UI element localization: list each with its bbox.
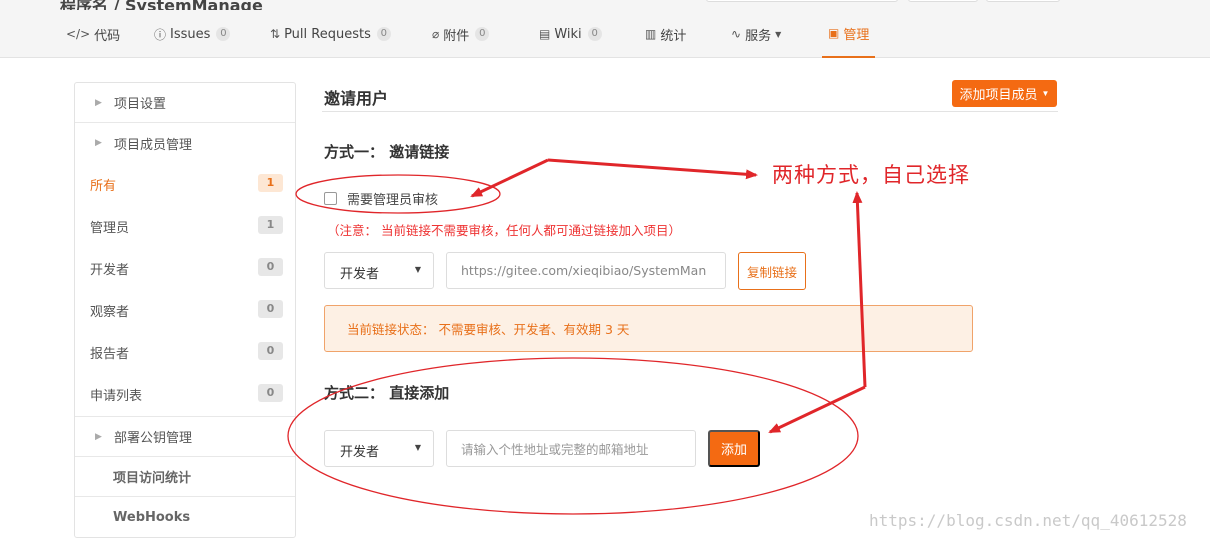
sidebar-item-applications[interactable]: 申请列表 0 bbox=[75, 373, 295, 417]
tab-count: 0 bbox=[216, 27, 231, 41]
add-member-button[interactable]: 添加项目成员 ▼ bbox=[952, 80, 1057, 107]
bar-chart-icon: ▥ bbox=[645, 27, 657, 41]
caret-down-icon: ▼ bbox=[775, 29, 782, 39]
sidebar-item-all[interactable]: 所有 1 bbox=[75, 163, 295, 205]
add-user-button[interactable]: 添加 bbox=[708, 430, 760, 467]
annotation-arrow-up bbox=[852, 191, 867, 388]
manage-icon: ▣ bbox=[828, 26, 840, 40]
sidebar-item-label: 报告者 bbox=[90, 347, 130, 362]
fork-button[interactable] bbox=[986, 0, 1060, 2]
caret-right-icon: ▶ bbox=[95, 97, 102, 108]
sidebar-item-project-settings[interactable]: ▶ 项目设置 bbox=[75, 83, 295, 123]
tab-label: Issues bbox=[170, 26, 211, 42]
tab-pull-requests[interactable]: ⇅ Pull Requests 0 bbox=[270, 10, 391, 58]
tab-label: 统计 bbox=[660, 28, 687, 44]
require-approval-row: 需要管理员审核 bbox=[324, 189, 438, 208]
require-approval-label[interactable]: 需要管理员审核 bbox=[347, 189, 438, 208]
copy-link-button[interactable]: 复制链接 bbox=[738, 252, 806, 290]
count-badge: 0 bbox=[258, 384, 283, 402]
sidebar-item-developers[interactable]: 开发者 0 bbox=[75, 247, 295, 289]
tab-wiki[interactable]: ▤ Wiki 0 bbox=[539, 10, 602, 58]
link-role-select[interactable]: 开发者 ▼ bbox=[324, 252, 434, 289]
top-strip: 程序名 / SystemManage bbox=[0, 0, 1210, 10]
paperclip-icon: ⌀ bbox=[432, 27, 440, 41]
divider bbox=[322, 111, 1058, 112]
sidebar-item-label: 所有 bbox=[90, 179, 117, 194]
tab-label: 管理 bbox=[843, 27, 870, 43]
count-badge: 0 bbox=[258, 342, 283, 360]
annotation-arrow-to-add bbox=[768, 385, 866, 434]
issue-icon: ⓘ bbox=[154, 27, 167, 42]
watch-button[interactable] bbox=[706, 0, 898, 2]
add-role-select[interactable]: 开发者 ▼ bbox=[324, 430, 434, 467]
sidebar-item-label: WebHooks bbox=[113, 509, 191, 525]
sidebar-item-label: 申请列表 bbox=[90, 389, 143, 404]
link-status-banner: 当前链接状态： 不需要审核、开发者、有效期 3 天 bbox=[324, 305, 973, 352]
caret-down-icon: ▼ bbox=[414, 265, 421, 274]
tab-code[interactable]: </> 代码 bbox=[66, 10, 120, 58]
caret-right-icon: ▶ bbox=[95, 138, 102, 148]
method-one-title: 方式一： 邀请链接 bbox=[324, 143, 450, 161]
method-two-title: 方式二： 直接添加 bbox=[324, 384, 450, 402]
tab-statistics[interactable]: ▥ 统计 bbox=[645, 10, 686, 58]
sidebar-item-label: 观察者 bbox=[90, 305, 130, 320]
caret-down-icon: ▼ bbox=[1041, 89, 1050, 98]
sidebar-item-deploy-keys[interactable]: ▶ 部署公钥管理 bbox=[75, 417, 295, 457]
sidebar-item-observers[interactable]: 观察者 0 bbox=[75, 289, 295, 331]
caret-down-icon: ▼ bbox=[414, 443, 421, 452]
count-badge: 0 bbox=[258, 300, 283, 318]
link-role-value: 开发者 bbox=[340, 267, 380, 282]
tab-count: 0 bbox=[475, 27, 490, 41]
sidebar-item-label: 项目访问统计 bbox=[113, 471, 192, 486]
pull-request-icon: ⇅ bbox=[270, 27, 281, 41]
watermark: https://blog.csdn.net/qq_40612528 bbox=[869, 511, 1187, 530]
tab-count: 0 bbox=[376, 27, 391, 41]
star-button[interactable] bbox=[908, 0, 978, 2]
sidebar-item-member-management[interactable]: ▶ 项目成员管理 bbox=[75, 123, 295, 163]
invite-link-field[interactable]: https://gitee.com/xieqibiao/SystemMan bbox=[446, 252, 726, 289]
repo-nav-tabs: </> 代码 ⓘ Issues 0 ⇅ Pull Requests 0 ⌀ 附件… bbox=[0, 10, 1210, 58]
tab-label: 附件 bbox=[443, 28, 470, 44]
sidebar-item-label: 项目成员管理 bbox=[114, 137, 193, 153]
annotation-arrow-to-checkbox bbox=[470, 158, 549, 198]
require-approval-checkbox[interactable] bbox=[324, 192, 337, 205]
breadcrumb[interactable]: 程序名 / SystemManage bbox=[60, 0, 263, 10]
wiki-icon: ▤ bbox=[539, 27, 551, 41]
annotation-text: 两种方式，自己选择 bbox=[772, 163, 970, 187]
tab-attachments[interactable]: ⌀ 附件 0 bbox=[432, 10, 490, 58]
sidebar-item-access-stats[interactable]: 项目访问统计 bbox=[75, 457, 295, 497]
annotation-arrow-to-label bbox=[547, 158, 758, 180]
link-note: （注意： 当前链接不需要审核，任何人都可通过链接加入项目） bbox=[327, 223, 681, 238]
sidebar-item-label: 部署公钥管理 bbox=[114, 431, 193, 446]
tab-count: 0 bbox=[587, 27, 602, 41]
sidebar-item-reporters[interactable]: 报告者 0 bbox=[75, 331, 295, 373]
user-address-input[interactable]: 请输入个性地址或完整的邮箱地址 bbox=[446, 430, 696, 467]
sidebar-item-webhooks[interactable]: WebHooks bbox=[75, 497, 295, 537]
count-badge: 1 bbox=[258, 174, 283, 192]
tab-label: 服务 bbox=[745, 28, 772, 44]
tab-label: Pull Requests bbox=[284, 26, 371, 42]
sidebar-item-label: 管理员 bbox=[90, 221, 130, 236]
code-icon: </> bbox=[66, 27, 91, 41]
count-badge: 1 bbox=[258, 216, 283, 234]
add-role-value: 开发者 bbox=[340, 445, 380, 460]
add-member-label: 添加项目成员 bbox=[959, 87, 1038, 102]
caret-right-icon: ▶ bbox=[95, 431, 102, 442]
sidebar-item-label: 项目设置 bbox=[114, 97, 167, 112]
sidebar-item-admins[interactable]: 管理员 1 bbox=[75, 205, 295, 247]
settings-sidebar: ▶ 项目设置 ▶ 项目成员管理 所有 1 管理员 1 开发者 0 观察者 0 报… bbox=[74, 82, 296, 538]
tab-label: Wiki bbox=[554, 26, 582, 42]
tab-label: 代码 bbox=[94, 28, 121, 44]
tab-issues[interactable]: ⓘ Issues 0 bbox=[154, 10, 231, 58]
tab-manage[interactable]: ▣ 管理 bbox=[822, 10, 876, 58]
page-title: 邀请用户 bbox=[324, 89, 389, 108]
count-badge: 0 bbox=[258, 258, 283, 276]
pulse-icon: ∿ bbox=[731, 27, 742, 41]
tab-services[interactable]: ∿ 服务 ▼ bbox=[731, 10, 781, 58]
sidebar-item-label: 开发者 bbox=[90, 263, 130, 278]
